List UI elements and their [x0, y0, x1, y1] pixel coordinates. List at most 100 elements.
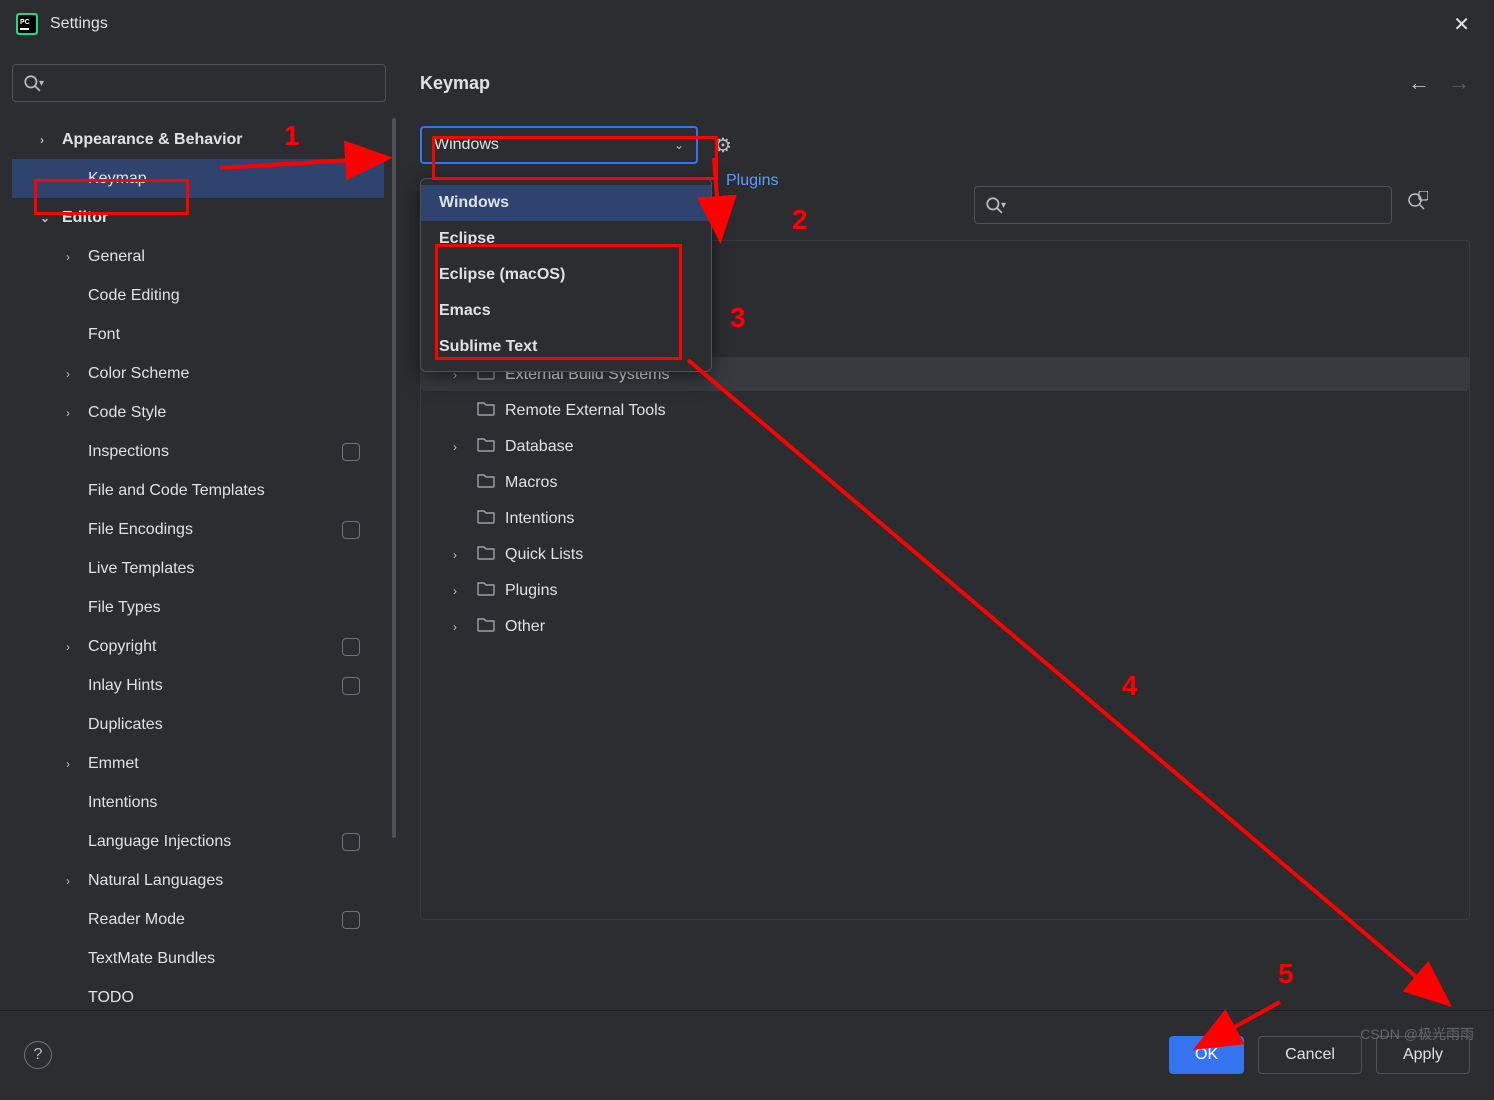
sidebar-item[interactable]: ›Copyright	[12, 627, 384, 666]
chevron-down-icon: ⌄	[674, 138, 684, 152]
sidebar-item[interactable]: Live Templates	[12, 549, 384, 588]
tree-label: General	[88, 248, 145, 266]
folder-icon	[477, 617, 495, 637]
sidebar-item[interactable]: Font	[12, 315, 384, 354]
app-icon: PC	[16, 13, 38, 35]
project-badge-icon	[342, 833, 360, 851]
chevron-icon: ⌄	[40, 211, 50, 225]
sidebar-item[interactable]: File Types	[12, 588, 384, 627]
keymap-tree-item[interactable]: Remote External Tools	[421, 393, 1469, 429]
sidebar-item[interactable]: ⌄ Editor	[12, 198, 384, 237]
sidebar-item[interactable]: File Encodings	[12, 510, 384, 549]
tree-label: Code Editing	[88, 287, 180, 305]
chevron-icon: ›	[453, 440, 457, 454]
tree-label: Inspections	[88, 443, 169, 461]
watermark: CSDN @极光雨雨	[1360, 1024, 1474, 1044]
keymap-tree-item[interactable]: Intentions	[421, 501, 1469, 537]
annotation-5: 5	[1278, 958, 1294, 990]
cancel-button[interactable]: Cancel	[1258, 1036, 1362, 1074]
tree-label: Copyright	[88, 638, 156, 656]
folder-icon	[477, 509, 495, 529]
tree-label: Emmet	[88, 755, 139, 773]
folder-icon	[477, 401, 495, 421]
sidebar-item[interactable]: › Natural Languages	[12, 861, 384, 900]
keymap-option[interactable]: Windows	[421, 185, 711, 221]
sidebar-item[interactable]: Inspections	[12, 432, 384, 471]
chevron-icon: ›	[66, 250, 70, 264]
tree-label: Other	[505, 618, 545, 636]
sidebar-item[interactable]: › General	[12, 237, 384, 276]
chevron-icon: ›	[453, 548, 457, 562]
sidebar-item[interactable]: Intentions	[12, 783, 384, 822]
gear-icon[interactable]: ⚙	[714, 133, 732, 158]
search-dropdown-icon[interactable]: ▾	[39, 78, 44, 89]
tree-label: Remote External Tools	[505, 402, 666, 420]
tree-label: Quick Lists	[505, 546, 583, 564]
ok-button[interactable]: OK	[1169, 1036, 1244, 1074]
close-icon[interactable]: ✕	[1445, 8, 1478, 41]
tree-label: Color Scheme	[88, 365, 189, 383]
project-badge-icon	[342, 677, 360, 695]
titlebar: PC Settings ✕	[0, 0, 1494, 48]
sidebar-item[interactable]: › Emmet	[12, 744, 384, 783]
chevron-icon: ›	[66, 874, 70, 888]
dropdown-value: Windows	[434, 136, 499, 154]
tree-label: Appearance & Behavior	[62, 131, 243, 149]
tree-label: Reader Mode	[88, 911, 185, 929]
nav-back-icon[interactable]: ←	[1408, 70, 1430, 96]
help-button[interactable]: ?	[24, 1041, 52, 1069]
sidebar-item[interactable]: ›Code Style	[12, 393, 384, 432]
keymap-option[interactable]: Sublime Text	[421, 329, 711, 365]
keymap-option[interactable]: Emacs	[421, 293, 711, 329]
annotation-4: 4	[1122, 670, 1138, 702]
tree-label: Font	[88, 326, 120, 344]
sidebar-item[interactable]: Language Injections	[12, 822, 384, 861]
keymap-option[interactable]: Eclipse	[421, 221, 711, 257]
plugins-link[interactable]: Plugins	[726, 172, 778, 190]
keymap-tree-item[interactable]: ›Plugins	[421, 573, 1469, 609]
chevron-icon: ›	[453, 620, 457, 634]
chevron-icon: ›	[40, 133, 44, 147]
sidebar-item[interactable]: › Appearance & Behavior	[12, 120, 384, 159]
keymap-option[interactable]: Eclipse (macOS)	[421, 257, 711, 293]
settings-sidebar: ▾ › Appearance & Behavior Keymap ⌄ Editor › Ge…	[0, 48, 396, 1010]
sidebar-item[interactable]: ›Color Scheme	[12, 354, 384, 393]
settings-tree: › Appearance & Behavior Keymap ⌄ Editor › Gene…	[12, 120, 384, 1010]
sidebar-item[interactable]: Keymap	[12, 159, 384, 198]
tree-label: File and Code Templates	[88, 482, 265, 500]
tree-label: Plugins	[505, 582, 557, 600]
sidebar-item[interactable]: Code Editing	[12, 276, 384, 315]
keymap-tree-item[interactable]: › Quick Lists	[421, 537, 1469, 573]
sidebar-item[interactable]: Inlay Hints	[12, 666, 384, 705]
tree-label: Intentions	[505, 510, 574, 528]
window-title: Settings	[50, 15, 108, 33]
tree-label: Keymap	[88, 170, 147, 188]
search-dropdown-icon[interactable]: ▾	[1001, 200, 1006, 211]
sidebar-item[interactable]: TextMate Bundles	[12, 939, 384, 978]
actions-search-input[interactable]: ▾	[974, 186, 1392, 224]
folder-icon	[477, 473, 495, 493]
sidebar-item[interactable]: TODO	[12, 978, 384, 1010]
chevron-icon: ›	[66, 757, 70, 771]
find-shortcut-icon[interactable]	[1406, 191, 1428, 219]
sidebar-item[interactable]: File and Code Templates	[12, 471, 384, 510]
annotation-3: 3	[730, 302, 746, 334]
keymap-tree-item[interactable]: › Other	[421, 609, 1469, 645]
tree-label: Editor	[62, 209, 108, 227]
keymap-popup: WindowsEclipseEclipse (macOS)EmacsSublim…	[420, 178, 712, 372]
sidebar-search-input[interactable]: ▾	[12, 64, 386, 102]
tree-label: File Types	[88, 599, 161, 617]
keymap-tree-item[interactable]: Macros	[421, 465, 1469, 501]
keymap-dropdown[interactable]: Windows ⌄	[420, 126, 698, 164]
sidebar-item[interactable]: Reader Mode	[12, 900, 384, 939]
tree-label: TODO	[88, 989, 134, 1007]
sidebar-item[interactable]: Duplicates	[12, 705, 384, 744]
tree-label: Intentions	[88, 794, 157, 812]
chevron-icon: ›	[66, 406, 70, 420]
annotation-2: 2	[792, 204, 808, 236]
keymap-tree-item[interactable]: ›Database	[421, 429, 1469, 465]
tree-label: Natural Languages	[88, 872, 223, 890]
page-title: Keymap	[420, 73, 490, 94]
project-badge-icon	[342, 911, 360, 929]
tree-label: File Encodings	[88, 521, 193, 539]
